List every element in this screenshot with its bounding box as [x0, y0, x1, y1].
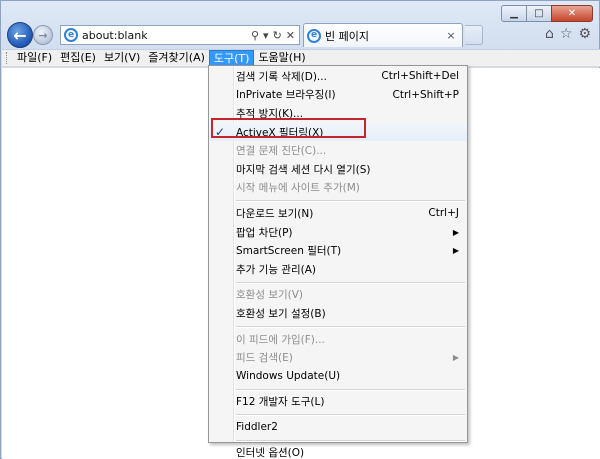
menu-item-label: InPrivate 브라우징(I): [236, 89, 336, 102]
tools-menu-item[interactable]: 인터넷 옵션(O): [209, 444, 467, 459]
menu-item[interactable]: 도구(T): [208, 50, 255, 66]
tools-menu-item: 연결 문제 진단(C)...: [209, 141, 467, 160]
refresh-icon[interactable]: ↻: [273, 29, 282, 42]
tools-menu-item[interactable]: Windows Update(U): [209, 367, 467, 386]
address-url[interactable]: about:blank: [82, 29, 251, 42]
menu-separator: [209, 386, 467, 393]
menu-item-shortcut: Ctrl+Shift+P: [392, 88, 459, 101]
back-arrow-icon: ←: [13, 25, 27, 45]
menu-item-label: 호환성 보기 설정(B): [236, 307, 326, 320]
submenu-arrow-icon: ▶: [452, 353, 459, 363]
menu-item[interactable]: 도움말(H): [254, 50, 309, 66]
menu-item-label: F12 개발자 도구(L): [236, 396, 325, 409]
tools-menu-item[interactable]: 호환성 보기 설정(B): [209, 304, 467, 323]
tab-blank-page[interactable]: e 빈 페이지 ×: [303, 23, 463, 47]
tools-menu-item[interactable]: Fiddler2: [209, 418, 467, 437]
tools-menu-item[interactable]: 다운로드 보기(N) Ctrl+J: [209, 204, 467, 223]
menu-item-label: Windows Update(U): [236, 370, 341, 383]
window-caption-buttons: ▁ □ ✕: [501, 5, 593, 22]
menu-grip: [6, 52, 9, 64]
menu-item-label: 추가 기능 관리(A): [236, 263, 317, 276]
command-icons: ⌂ ☆ ⚙: [545, 26, 591, 42]
menu-item-label: 팝업 차단(P): [236, 226, 293, 239]
address-bar[interactable]: e about:blank ⚲ ▾ ↻ ✕: [60, 25, 300, 45]
menu-separator: [209, 197, 467, 204]
minimize-button[interactable]: ▁: [501, 5, 527, 22]
ie-icon: e: [64, 28, 78, 42]
menu-item-label: 다운로드 보기(N): [236, 207, 314, 220]
stop-icon[interactable]: ✕: [286, 29, 295, 42]
home-icon[interactable]: ⌂: [545, 26, 554, 42]
menu-item-shortcut: Ctrl+Shift+Del: [381, 70, 459, 83]
tab-title: 빈 페이지: [325, 29, 369, 43]
menu-separator: [209, 323, 467, 330]
tools-menu-item[interactable]: 검색 기록 삭제(D)... Ctrl+Shift+Del: [209, 67, 467, 86]
menu-item-label: Fiddler2: [236, 421, 278, 434]
tools-menu-item: 피드 검색(E) ▶: [209, 348, 467, 367]
submenu-arrow-icon: ▶: [452, 246, 459, 256]
forward-arrow-icon: →: [38, 28, 48, 42]
tools-menu-item: 이 피드에 가입(F)...: [209, 330, 467, 349]
menu-separator: [209, 279, 467, 286]
tools-menu-item[interactable]: 추적 방지(K)...: [209, 104, 467, 123]
menu-item[interactable]: 파일(F): [13, 50, 56, 66]
close-button[interactable]: ✕: [551, 5, 593, 22]
tools-menu-item: 호환성 보기(V): [209, 286, 467, 305]
dropdown-icon[interactable]: ▾: [263, 29, 269, 42]
menu-item[interactable]: 편집(E): [56, 50, 100, 66]
menu-item-shortcut: Ctrl+J: [428, 207, 459, 220]
tools-menu-item[interactable]: 팝업 차단(P) ▶: [209, 223, 467, 242]
menu-item-label: 마지막 검색 세션 다시 열기(S): [236, 163, 371, 176]
star-icon[interactable]: ☆: [560, 26, 573, 42]
tools-menu-item[interactable]: 추가 기능 관리(A): [209, 260, 467, 279]
menu-item[interactable]: 보기(V): [100, 50, 144, 66]
address-tools: ⚲ ▾ ↻ ✕: [251, 29, 299, 42]
tab-close-icon[interactable]: ×: [444, 29, 458, 42]
tools-menu-item: 시작 메뉴에 사이트 추가(M): [209, 179, 467, 198]
tools-menu-item[interactable]: ✓ ActiveX 필터링(X): [209, 122, 467, 142]
menu-item-label: ActiveX 필터링(X): [236, 126, 324, 139]
menu-item-label: 피드 검색(E): [236, 352, 293, 365]
check-icon: ✓: [215, 125, 226, 140]
submenu-arrow-icon: ▶: [452, 227, 459, 237]
gear-icon[interactable]: ⚙: [578, 26, 591, 42]
tools-menu-item[interactable]: F12 개발자 도구(L): [209, 393, 467, 412]
maximize-button[interactable]: □: [526, 5, 552, 22]
menu-separator: [209, 411, 467, 418]
menu-item-label: 추적 방지(K)...: [236, 107, 304, 120]
navigation-bar: ← → e about:blank ⚲ ▾ ↻ ✕ e 빈 페이지 × ⌂ ☆ …: [5, 21, 597, 49]
menu-item-label: SmartScreen 필터(T): [236, 245, 342, 258]
browser-window: ▁ □ ✕ ← → e about:blank ⚲ ▾ ↻ ✕ e 빈 페이지 …: [0, 0, 600, 459]
tab-ie-icon: e: [307, 28, 321, 43]
new-tab-button[interactable]: [465, 25, 483, 45]
back-button[interactable]: ←: [7, 22, 33, 48]
menu-item-label: 인터넷 옵션(O): [236, 447, 305, 459]
tools-menu-item[interactable]: 마지막 검색 세션 다시 열기(S): [209, 160, 467, 179]
menu-item-label: 시작 메뉴에 사이트 추가(M): [236, 182, 360, 195]
tools-menu-item[interactable]: InPrivate 브라우징(I) Ctrl+Shift+P: [209, 86, 467, 105]
menu-item-label: 연결 문제 진단(C)...: [236, 145, 327, 158]
menu-separator: [209, 437, 467, 444]
search-icon[interactable]: ⚲: [251, 29, 259, 42]
forward-button[interactable]: →: [33, 25, 53, 45]
tools-menu-item[interactable]: SmartScreen 필터(T) ▶: [209, 241, 467, 260]
menu-item-label: 검색 기록 삭제(D)...: [236, 70, 327, 83]
menu-item-label: 이 피드에 가입(F)...: [236, 333, 325, 346]
menu-item[interactable]: 즐겨찾기(A): [144, 50, 209, 66]
menu-item-label: 호환성 보기(V): [236, 289, 304, 302]
tools-menu: 검색 기록 삭제(D)... Ctrl+Shift+Del InPrivate 브라…: [208, 65, 468, 459]
